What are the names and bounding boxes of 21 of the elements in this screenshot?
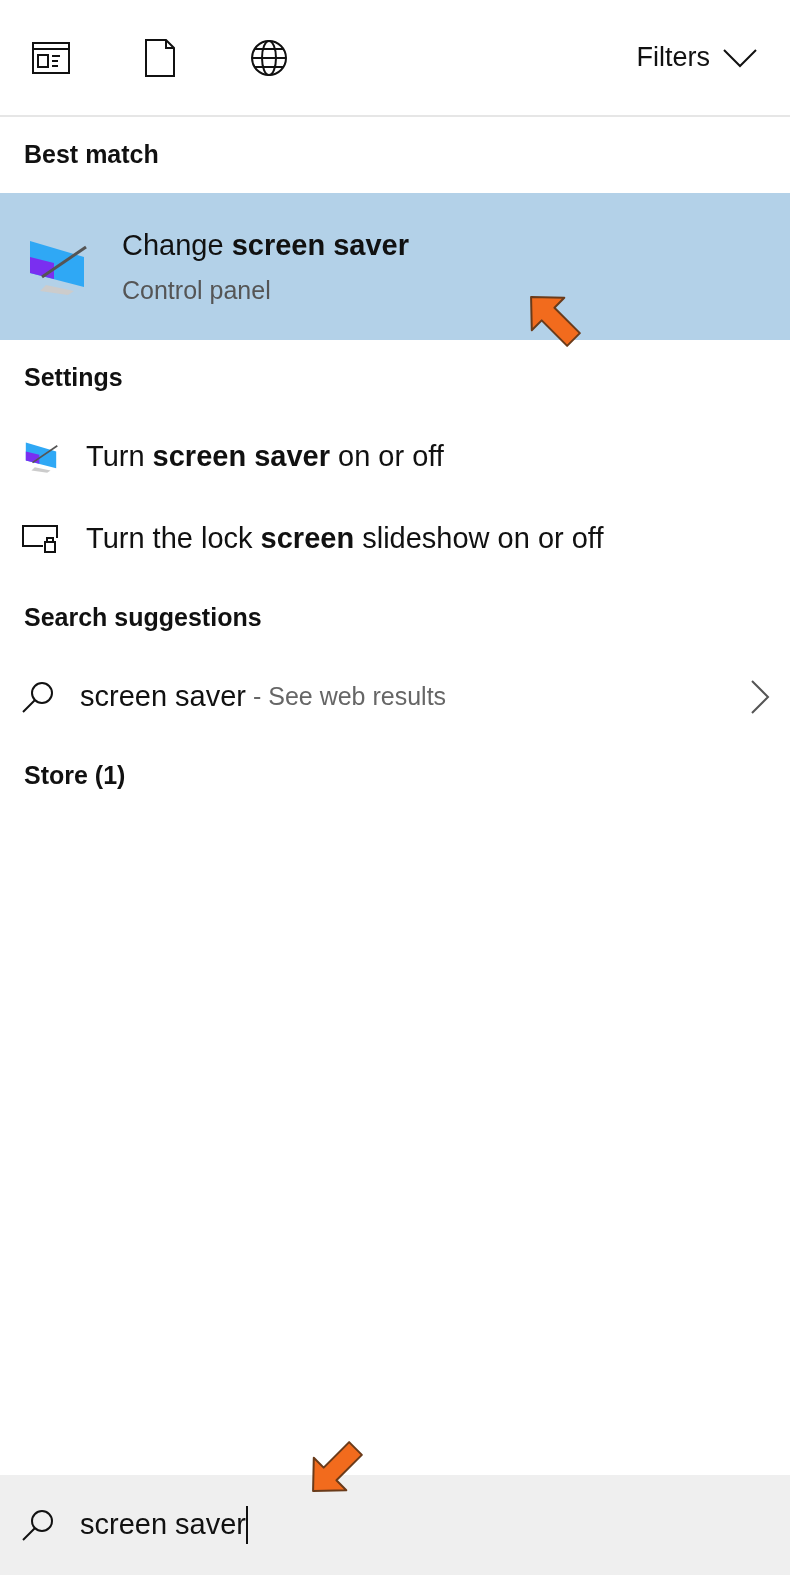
section-heading: Search suggestions <box>24 602 262 634</box>
result-title: Turn screen saver on or off <box>86 439 444 475</box>
result-title: screen saver <box>80 679 246 715</box>
layout-icon[interactable] <box>32 41 70 74</box>
result-title: Turn the lock screen slideshow on or off <box>86 521 604 557</box>
result-title: Change screen saver <box>122 228 410 263</box>
result-item[interactable]: Change screen saver Control panel <box>0 193 790 340</box>
chevron-down-icon <box>722 47 758 68</box>
search-field[interactable]: screen saver <box>80 1500 248 1550</box>
result-hint: - See web results <box>251 681 447 713</box>
search-icon <box>20 1507 56 1543</box>
document-icon[interactable] <box>144 38 176 77</box>
result-subtitle: Control panel <box>122 274 272 306</box>
section-heading: Store (1) <box>24 760 126 792</box>
section-heading: Settings <box>24 362 123 394</box>
lock-screen-icon <box>21 524 61 554</box>
filters-button[interactable]: Filters <box>636 37 758 78</box>
search-icon <box>20 679 56 715</box>
globe-icon[interactable] <box>250 38 288 77</box>
chevron-right-icon <box>750 679 770 715</box>
section-heading: Best match <box>24 139 159 171</box>
